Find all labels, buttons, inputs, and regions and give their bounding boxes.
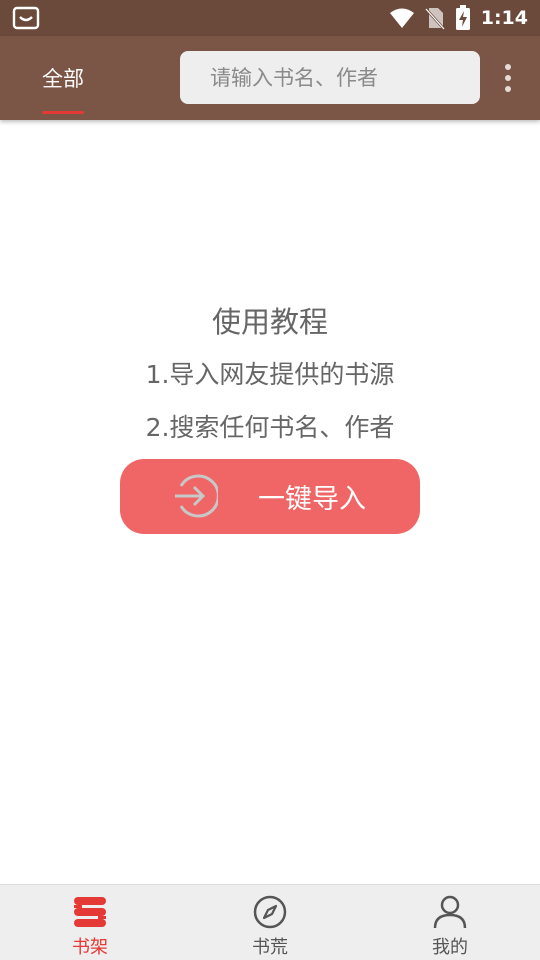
more-vertical-icon[interactable] — [496, 60, 520, 96]
status-time: 1:14 — [480, 7, 528, 29]
shop-bag-icon — [12, 6, 40, 30]
top-app-bar: 全部 — [0, 36, 540, 120]
nav-bookshelf-label: 书架 — [72, 937, 108, 958]
nav-discover-label: 书荒 — [252, 937, 288, 958]
tutorial-step-2: 2.搜索任何书名、作者 — [145, 413, 395, 442]
compass-icon — [253, 895, 287, 929]
tab-indicator — [42, 111, 84, 114]
tutorial-step-1: 1.导入网友提供的书源 — [145, 360, 395, 389]
import-arrow-icon — [175, 474, 218, 518]
battery-charging-icon — [455, 5, 470, 30]
status-bar: 1:14 — [0, 0, 540, 36]
bookshelf-icon — [74, 897, 106, 927]
tutorial-title: 使用教程 — [211, 305, 328, 339]
no-sim-icon — [424, 8, 445, 30]
one-click-import-button[interactable]: 一键导入 — [120, 459, 420, 534]
tab-all[interactable]: 全部 — [28, 36, 98, 120]
tab-all-label: 全部 — [42, 67, 84, 91]
bottom-navigation: 书架 书荒 我的 — [0, 884, 540, 960]
nav-bookshelf[interactable]: 书架 — [0, 885, 180, 960]
search-input[interactable] — [180, 51, 480, 104]
import-button-label: 一键导入 — [258, 484, 366, 515]
person-icon — [433, 895, 467, 929]
nav-profile-label: 我的 — [432, 937, 468, 958]
nav-discover[interactable]: 书荒 — [180, 885, 360, 960]
tutorial-section: 使用教程 1.导入网友提供的书源 2.搜索任何书名、作者 — [0, 296, 540, 454]
wifi-icon — [389, 8, 414, 28]
nav-profile[interactable]: 我的 — [360, 885, 540, 960]
